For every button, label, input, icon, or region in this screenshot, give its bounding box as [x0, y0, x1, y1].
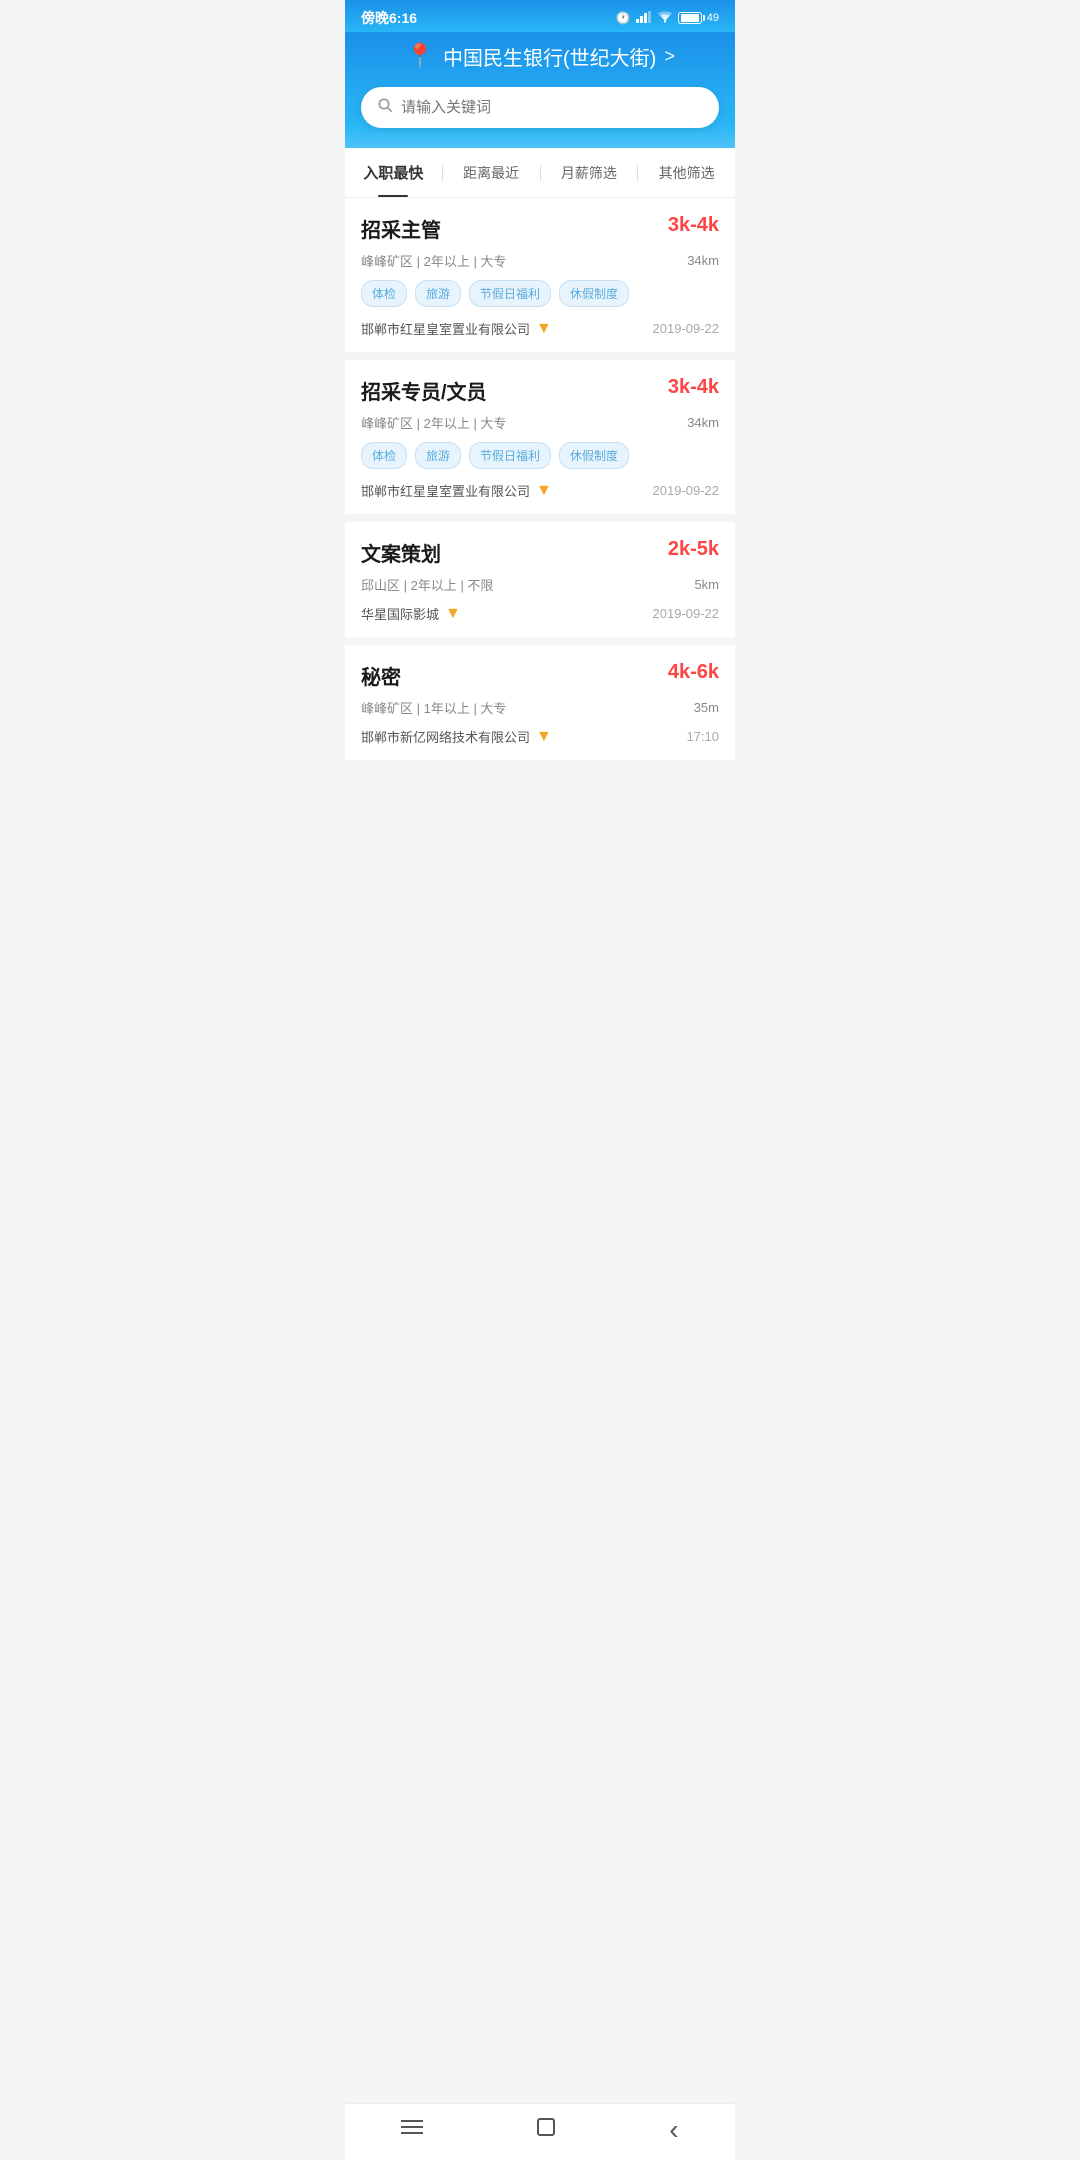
header: 📍 中国民生银行(世纪大街) >	[345, 32, 735, 148]
filter-tab-nearest[interactable]: 距离最近	[443, 149, 540, 197]
job-tag-2-3: 休假制度	[559, 442, 629, 469]
alarm-icon: 🕐	[616, 11, 631, 25]
job-footer-2: 邯郸市红星皇室置业有限公司 ▼ 2019-09-22	[361, 481, 719, 500]
battery-level: 49	[707, 12, 719, 24]
job-info-1: 峰峰矿区 | 2年以上 | 大专 34km	[361, 251, 719, 270]
job-details-1: 峰峰矿区 | 2年以上 | 大专	[361, 251, 506, 270]
job-card-1[interactable]: 招采主管 3k-4k 峰峰矿区 | 2年以上 | 大专 34km 体检 旅游 节…	[345, 198, 735, 352]
search-bar[interactable]	[361, 87, 719, 128]
job-salary-4: 4k-6k	[668, 661, 719, 684]
job-info-3: 邱山区 | 2年以上 | 不限 5km	[361, 575, 719, 594]
company-1: 邯郸市红星皇室置业有限公司 ▼	[361, 319, 552, 338]
company-2: 邯郸市红星皇室置业有限公司 ▼	[361, 481, 552, 500]
filter-tab-fastest[interactable]: 入职最快	[345, 148, 442, 197]
job-tags-2: 体检 旅游 节假日福利 休假制度	[361, 442, 719, 469]
job-tag-1-1: 旅游	[415, 280, 461, 307]
job-tag-2-2: 节假日福利	[469, 442, 551, 469]
job-details-2: 峰峰矿区 | 2年以上 | 大专	[361, 413, 506, 432]
job-date-1: 2019-09-22	[653, 321, 720, 336]
job-date-2: 2019-09-22	[653, 483, 720, 498]
company-3: 华星国际影城 ▼	[361, 604, 461, 623]
job-list: 招采主管 3k-4k 峰峰矿区 | 2年以上 | 大专 34km 体检 旅游 节…	[345, 198, 735, 760]
job-footer-1: 邯郸市红星皇室置业有限公司 ▼ 2019-09-22	[361, 319, 719, 338]
job-salary-1: 3k-4k	[668, 214, 719, 237]
verified-icon-2: ▼	[536, 482, 552, 500]
location-row[interactable]: 📍 中国民生银行(世纪大街) >	[405, 42, 675, 71]
job-card-2-header: 招采专员/文员 3k-4k	[361, 376, 719, 405]
company-name-2: 邯郸市红星皇室置业有限公司	[361, 481, 530, 500]
job-tag-1-3: 休假制度	[559, 280, 629, 307]
job-date-4: 17:10	[686, 729, 719, 744]
job-card-3-header: 文案策划 2k-5k	[361, 538, 719, 567]
filter-tab-salary[interactable]: 月薪筛选	[541, 149, 638, 197]
company-name-1: 邯郸市红星皇室置业有限公司	[361, 319, 530, 338]
company-4: 邯郸市新亿网络技术有限公司 ▼	[361, 727, 552, 746]
job-details-3: 邱山区 | 2年以上 | 不限	[361, 575, 493, 594]
status-time: 傍晚6:16	[361, 8, 417, 28]
job-tag-2-0: 体检	[361, 442, 407, 469]
job-title-3: 文案策划	[361, 538, 441, 567]
company-name-3: 华星国际影城	[361, 604, 439, 623]
location-arrow-icon: >	[664, 46, 675, 67]
job-info-4: 峰峰矿区 | 1年以上 | 大专 35m	[361, 698, 719, 717]
search-icon	[377, 97, 393, 118]
verified-icon-1: ▼	[536, 320, 552, 338]
job-card-4-header: 秘密 4k-6k	[361, 661, 719, 690]
job-footer-3: 华星国际影城 ▼ 2019-09-22	[361, 604, 719, 623]
job-card-1-header: 招采主管 3k-4k	[361, 214, 719, 243]
job-date-3: 2019-09-22	[653, 606, 720, 621]
job-distance-4: 35m	[694, 700, 719, 715]
nav-menu-icon[interactable]	[401, 2118, 423, 2142]
search-input[interactable]	[401, 99, 703, 116]
job-salary-2: 3k-4k	[668, 376, 719, 399]
nav-home-icon[interactable]	[536, 2117, 556, 2143]
job-footer-4: 邯郸市新亿网络技术有限公司 ▼ 17:10	[361, 727, 719, 746]
job-title-1: 招采主管	[361, 214, 441, 243]
job-card-4[interactable]: 秘密 4k-6k 峰峰矿区 | 1年以上 | 大专 35m 邯郸市新亿网络技术有…	[345, 645, 735, 760]
job-distance-2: 34km	[687, 415, 719, 430]
nav-back-icon[interactable]: ‹	[669, 2116, 678, 2144]
job-tags-1: 体检 旅游 节假日福利 休假制度	[361, 280, 719, 307]
job-title-2: 招采专员/文员	[361, 376, 487, 405]
job-salary-3: 2k-5k	[668, 538, 719, 561]
job-details-4: 峰峰矿区 | 1年以上 | 大专	[361, 698, 506, 717]
filter-tabs: 入职最快 距离最近 月薪筛选 其他筛选	[345, 148, 735, 198]
location-icon: 📍	[405, 42, 435, 71]
company-name-4: 邯郸市新亿网络技术有限公司	[361, 727, 530, 746]
job-tag-1-2: 节假日福利	[469, 280, 551, 307]
job-info-2: 峰峰矿区 | 2年以上 | 大专 34km	[361, 413, 719, 432]
location-text: 中国民生银行(世纪大街)	[443, 42, 656, 71]
status-bar: 傍晚6:16 🕐 49	[345, 0, 735, 32]
job-title-4: 秘密	[361, 661, 401, 690]
job-distance-1: 34km	[687, 253, 719, 268]
job-card-2[interactable]: 招采专员/文员 3k-4k 峰峰矿区 | 2年以上 | 大专 34km 体检 旅…	[345, 360, 735, 514]
battery-icon	[678, 12, 702, 24]
wifi-icon	[657, 11, 673, 26]
job-tag-2-1: 旅游	[415, 442, 461, 469]
filter-tab-other[interactable]: 其他筛选	[638, 149, 735, 197]
job-distance-3: 5km	[694, 577, 719, 592]
job-tag-1-0: 体检	[361, 280, 407, 307]
bottom-nav: ‹	[345, 2103, 735, 2160]
job-card-3[interactable]: 文案策划 2k-5k 邱山区 | 2年以上 | 不限 5km 华星国际影城 ▼ …	[345, 522, 735, 637]
status-icons: 🕐 49	[616, 11, 719, 26]
signal-icon	[636, 11, 652, 26]
verified-icon-4: ▼	[536, 728, 552, 746]
verified-icon-3: ▼	[445, 605, 461, 623]
